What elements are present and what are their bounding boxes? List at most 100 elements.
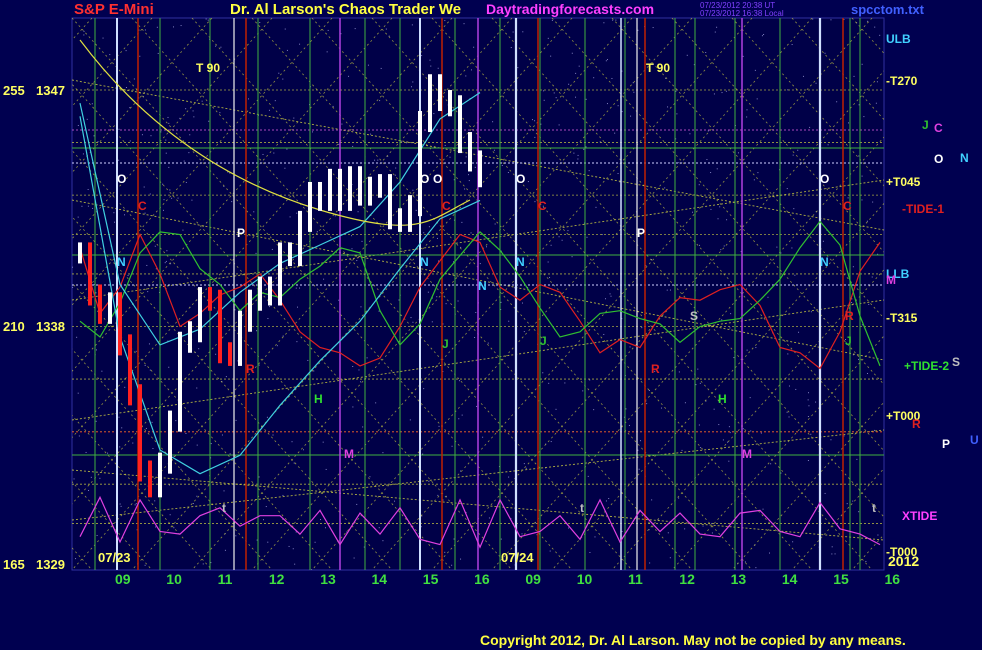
star-dot: [144, 564, 146, 566]
star-dot: [553, 92, 555, 94]
star-dot: [282, 494, 284, 496]
star-dot: [798, 331, 800, 333]
star-dot: [540, 123, 542, 125]
star-dot: [93, 135, 95, 137]
star-dot: [726, 219, 728, 221]
instrument-title: S&P E-Mini: [74, 1, 154, 18]
star-dot: [144, 364, 146, 366]
star-dot: [382, 452, 384, 454]
star-dot: [155, 526, 157, 528]
star-dot: [810, 433, 812, 435]
star-dot: [578, 65, 580, 67]
star-dot: [288, 545, 290, 547]
star-dot: [534, 136, 536, 138]
star-dot: [449, 156, 451, 158]
chart-marker: H: [314, 392, 323, 406]
star-dot: [188, 152, 190, 154]
star-dot: [215, 45, 217, 47]
star-dot: [729, 327, 731, 329]
star-dot: [262, 519, 264, 521]
star-dot: [235, 419, 237, 421]
star-dot: [377, 159, 379, 161]
star-dot: [853, 75, 855, 77]
star-dot: [165, 260, 167, 262]
star-dot: [168, 366, 170, 368]
star-dot: [876, 81, 878, 83]
star-dot: [470, 232, 472, 234]
right-legend-label: -TIDE-1: [902, 202, 944, 216]
x-tick-label: 14: [782, 571, 798, 587]
star-dot: [360, 381, 362, 383]
star-dot: [77, 392, 79, 394]
star-dot: [378, 527, 380, 529]
star-dot: [246, 235, 248, 237]
star-dot: [588, 170, 590, 172]
star-dot: [147, 291, 149, 293]
star-dot: [141, 134, 143, 136]
star-dot: [406, 142, 408, 144]
star-dot: [296, 212, 298, 214]
star-dot: [863, 116, 865, 118]
star-dot: [415, 209, 417, 211]
star-dot: [118, 416, 120, 418]
star-dot: [411, 24, 413, 26]
star-dot: [459, 380, 461, 382]
star-dot: [185, 432, 187, 434]
year-label: 2012: [888, 553, 919, 569]
star-dot: [163, 199, 165, 201]
star-dot: [205, 18, 207, 20]
star-dot: [284, 28, 286, 30]
star-dot: [791, 247, 793, 249]
chart-marker: H: [718, 392, 727, 406]
star-dot: [95, 349, 97, 351]
star-dot: [431, 321, 433, 323]
star-dot: [324, 527, 326, 529]
star-dot: [85, 451, 87, 453]
x-tick-label: 14: [372, 571, 388, 587]
star-dot: [77, 216, 79, 218]
star-dot: [132, 442, 134, 444]
star-dot: [479, 263, 481, 265]
star-dot: [795, 388, 797, 390]
chart-marker: P: [637, 226, 645, 240]
star-dot: [165, 139, 167, 141]
star-dot: [323, 278, 325, 280]
planet-label: R: [912, 417, 921, 431]
star-dot: [92, 207, 94, 209]
star-dot: [258, 364, 260, 366]
star-dot: [367, 64, 369, 66]
star-dot: [124, 386, 126, 388]
star-dot: [721, 92, 723, 94]
star-dot: [198, 348, 200, 350]
chart-marker: M: [344, 447, 354, 461]
star-dot: [861, 199, 863, 201]
star-dot: [549, 276, 551, 278]
star-dot: [271, 248, 273, 250]
star-dot: [256, 330, 258, 332]
star-dot: [378, 310, 380, 312]
star-dot: [437, 494, 439, 496]
star-dot: [555, 97, 557, 99]
star-dot: [474, 336, 476, 338]
star-dot: [746, 109, 748, 111]
star-dot: [873, 429, 875, 431]
star-dot: [358, 369, 360, 371]
star-dot: [603, 22, 605, 24]
star-dot: [192, 110, 194, 112]
star-dot: [582, 390, 584, 392]
star-dot: [628, 424, 630, 426]
star-dot: [476, 405, 478, 407]
chart-marker: C: [442, 199, 451, 213]
star-dot: [611, 77, 613, 79]
star-dot: [422, 453, 424, 455]
chart-marker: O: [433, 172, 442, 186]
star-dot: [114, 221, 116, 223]
star-dot: [314, 541, 316, 543]
chart-marker: N: [117, 255, 126, 269]
star-dot: [615, 19, 617, 21]
star-dot: [705, 51, 707, 53]
star-dot: [338, 143, 340, 145]
star-dot: [428, 480, 430, 482]
star-dot: [460, 558, 462, 560]
timestamp-local: 07/23/2012 16:38 Local: [700, 9, 784, 18]
